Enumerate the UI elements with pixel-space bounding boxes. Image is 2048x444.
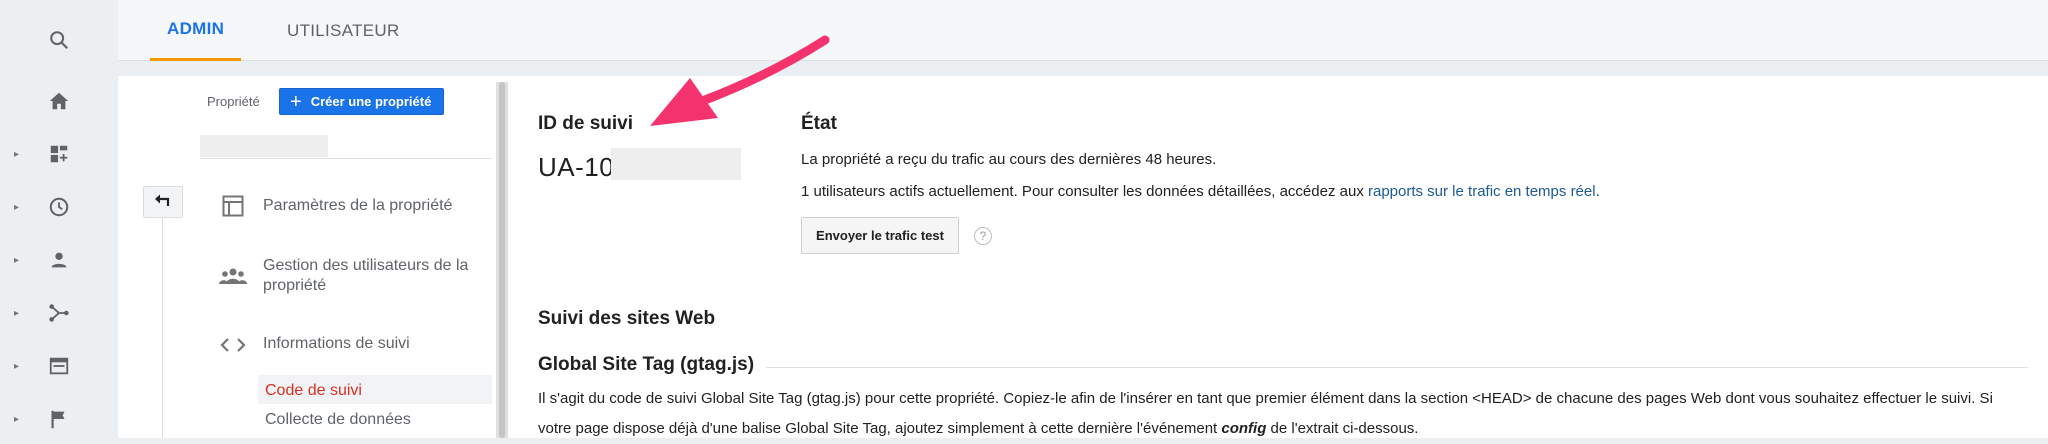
rail-realtime[interactable]: ▸: [0, 187, 118, 227]
realtime-report-link[interactable]: rapports sur le trafic en temps réel: [1368, 183, 1596, 200]
sub-item-data-collection[interactable]: Collecte de données: [265, 410, 411, 430]
status-line-1: La propriété a reçu du trafic au cours d…: [801, 151, 1217, 168]
top-bar: ADMIN UTILISATEUR: [118, 0, 2048, 61]
search-button[interactable]: [0, 20, 118, 60]
property-selector[interactable]: [200, 135, 328, 157]
nav-user-management-line2: propriété: [263, 277, 327, 294]
rail-dashboard[interactable]: ▸: [0, 134, 118, 174]
flag-icon: [46, 406, 72, 432]
help-icon[interactable]: ?: [974, 227, 992, 245]
home-icon: [46, 88, 72, 114]
person-icon: [46, 247, 72, 273]
acquisition-icon: [46, 300, 72, 326]
create-property-label: Créer une propriété: [310, 94, 432, 109]
rail-audience[interactable]: ▸: [0, 240, 118, 280]
gtag-description: Il s'agit du code de suivi Global Site T…: [538, 384, 2028, 444]
caret-right-icon: ▸: [14, 148, 20, 160]
property-label: Propriété: [207, 94, 260, 109]
tab-user[interactable]: UTILISATEUR: [270, 0, 417, 61]
caret-right-icon: ▸: [14, 413, 20, 425]
rail-acquisition[interactable]: ▸: [0, 293, 118, 333]
code-icon: [218, 330, 248, 360]
tracking-id-value: UA-10: [538, 152, 615, 182]
caret-right-icon: ▸: [14, 307, 20, 319]
back-arrow-icon: [154, 193, 172, 212]
status-line-2: 1 utilisateurs actifs actuellement. Pour…: [801, 183, 1600, 200]
scrollbar-thumb[interactable]: [499, 82, 505, 438]
tracking-id-redacted: [611, 148, 741, 180]
status-line-2-text: 1 utilisateurs actifs actuellement. Pour…: [801, 183, 1368, 200]
nav-user-management[interactable]: Gestion des utilisateurs de la propriété: [263, 256, 468, 296]
rail-home[interactable]: [0, 81, 118, 121]
caret-right-icon: ▸: [14, 201, 20, 213]
config-keyword: config: [1221, 420, 1267, 437]
nav-tracking-info[interactable]: Informations de suivi: [263, 334, 410, 354]
status-heading: État: [801, 113, 837, 134]
property-settings-icon: [218, 191, 248, 221]
left-rail: ▸ ▸ ▸ ▸ ▸ ▸: [0, 0, 118, 438]
tracking-id-heading: ID de suivi: [538, 113, 634, 134]
plus-icon: +: [290, 90, 302, 113]
send-test-traffic-button[interactable]: Envoyer le trafic test: [801, 217, 959, 254]
website-tracking-heading: Suivi des sites Web: [538, 308, 716, 329]
gtag-description-end: de l'extrait ci-dessous.: [1266, 420, 1419, 437]
rail-conversions[interactable]: ▸: [0, 399, 118, 439]
tree-line: [162, 218, 163, 438]
sub-item-tracking-code[interactable]: Code de suivi: [265, 381, 362, 401]
caret-right-icon: ▸: [14, 360, 20, 372]
rail-behavior[interactable]: ▸: [0, 346, 118, 386]
caret-right-icon: ▸: [14, 254, 20, 266]
panel-scrollbar[interactable]: [496, 82, 508, 438]
behavior-icon: [46, 353, 72, 379]
back-button[interactable]: [143, 186, 183, 218]
divider: [200, 158, 492, 159]
nav-property-settings[interactable]: Paramètres de la propriété: [263, 196, 452, 216]
tab-admin[interactable]: ADMIN: [150, 0, 242, 61]
status-line-2-end: .: [1595, 183, 1600, 200]
create-property-button[interactable]: + Créer une propriété: [279, 88, 445, 115]
search-icon: [46, 27, 72, 53]
users-group-icon: [218, 261, 248, 291]
nav-user-management-line1: Gestion des utilisateurs de la: [263, 257, 469, 274]
clock-icon: [46, 194, 72, 220]
gtag-heading: Global Site Tag (gtag.js): [538, 354, 767, 376]
dashboard-icon: [46, 141, 72, 167]
